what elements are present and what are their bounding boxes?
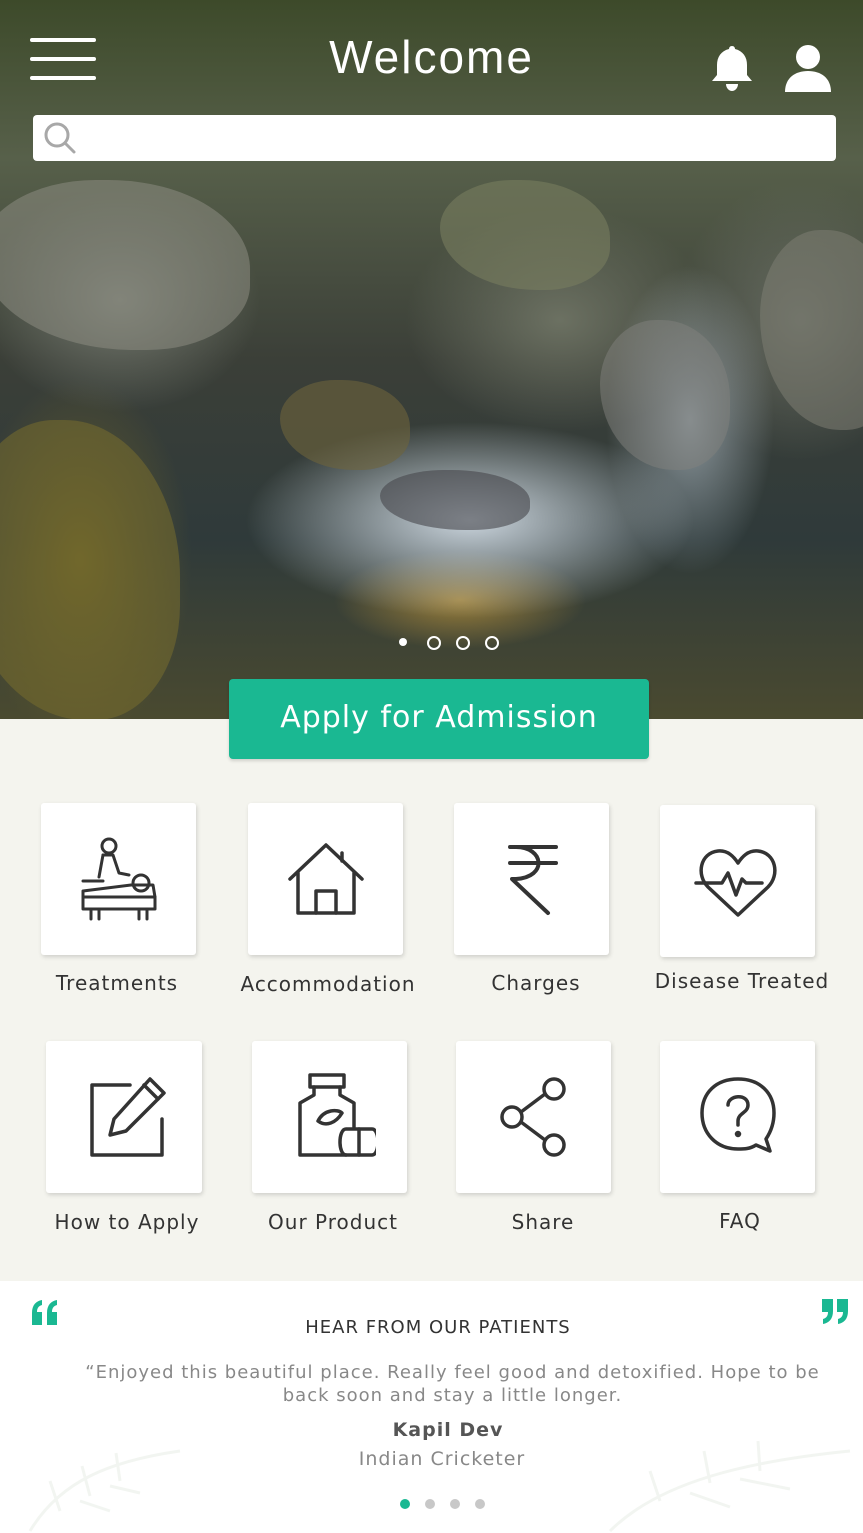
testimonial-quote: “Enjoyed this beautiful place. Really fe… [85, 1362, 820, 1406]
search-bar[interactable] [33, 115, 836, 161]
house-icon [288, 843, 364, 915]
carousel-dot[interactable] [485, 636, 499, 650]
bell-icon[interactable] [707, 42, 757, 94]
heart-pulse-icon [694, 849, 777, 917]
menu-tile-charges[interactable] [454, 803, 609, 955]
menu-label-treatments: Treatments [55, 971, 179, 995]
hero-rock [440, 180, 610, 290]
testimonial-dot[interactable] [425, 1499, 435, 1509]
hero-rock [380, 470, 530, 530]
massage-treatment-icon [81, 837, 157, 921]
menu-tile-faq[interactable] [660, 1041, 815, 1193]
user-icon[interactable] [782, 42, 834, 94]
menu-tile-share[interactable] [456, 1041, 611, 1193]
rupee-icon [508, 845, 558, 915]
share-icon [500, 1077, 566, 1157]
menu-tile-how-to-apply[interactable] [46, 1041, 202, 1193]
edit-pencil-icon [90, 1077, 166, 1157]
testimonial-section: HEAR FROM OUR PATIENTS “Enjoyed this bea… [0, 1281, 863, 1533]
top-bar: Welcome [0, 0, 863, 115]
testimonial-dot[interactable] [400, 1499, 410, 1509]
testimonial-indicators [400, 1499, 490, 1511]
hero-rock [0, 180, 250, 350]
search-input[interactable] [89, 121, 823, 157]
menu-label-faq: FAQ [719, 1209, 761, 1233]
leaf-decoration [608, 1440, 851, 1533]
menu-label-how-to-apply: How to Apply [54, 1210, 200, 1234]
medicine-bottle-icon [298, 1073, 376, 1157]
menu-tile-our-product[interactable] [252, 1041, 407, 1193]
menu-label-share: Share [511, 1210, 575, 1234]
menu-tile-treatments[interactable] [41, 803, 196, 955]
carousel-dot[interactable] [399, 638, 407, 646]
hero-banner[interactable]: Welcome [0, 0, 863, 719]
menu-label-our-product: Our Product [268, 1210, 398, 1234]
testimonial-author-name: Kapil Dev [392, 1419, 504, 1441]
menu-label-accommodation: Accommodation [240, 972, 416, 996]
menu-label-disease-treated: Disease Treated [654, 969, 830, 993]
testimonial-heading: HEAR FROM OUR PATIENTS [305, 1317, 571, 1338]
menu-tile-accommodation[interactable] [248, 803, 403, 955]
apply-for-admission-button[interactable]: Apply for Admission [229, 679, 649, 759]
testimonial-author-role: Indian Cricketer [358, 1448, 526, 1470]
carousel-dot[interactable] [427, 636, 441, 650]
menu-tile-disease-treated[interactable] [660, 805, 815, 957]
hero-rock [600, 320, 730, 470]
hero-rock [760, 230, 863, 430]
carousel-indicators [395, 636, 505, 652]
menu-label-charges: Charges [491, 971, 581, 995]
testimonial-dot[interactable] [450, 1499, 460, 1509]
carousel-dot[interactable] [456, 636, 470, 650]
question-bubble-icon [700, 1077, 776, 1153]
testimonial-dot[interactable] [475, 1499, 485, 1509]
hero-rock [280, 380, 410, 470]
search-icon [44, 122, 76, 154]
hero-rock [0, 420, 180, 719]
